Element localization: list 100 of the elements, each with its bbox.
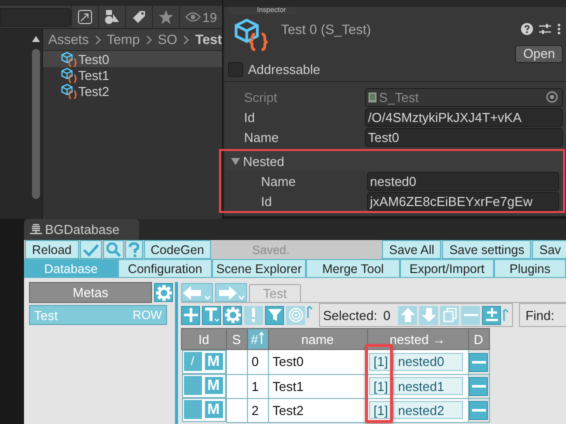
search-button[interactable] [102,240,124,259]
table-cell: 2 [247,398,268,422]
table-cell: 1 [247,374,268,398]
corner-arrow-icon [503,309,510,321]
table-cell: 0 [247,350,268,374]
search-field[interactable] [0,8,71,26]
chevron-icon [146,34,152,44]
addressable-label: Addressable [248,62,320,76]
text-field[interactable]: /O/4SMztykiPkJXJ4T+vKA [365,108,563,126]
filter-button[interactable] [265,306,284,324]
gear-icon [156,284,172,300]
column-header[interactable]: nested → [367,328,468,350]
window-tab[interactable]: BGDatabase [24,219,140,240]
field-button[interactable] [202,306,221,324]
save-button[interactable]: Save settings [442,240,532,259]
minus-button[interactable] [469,377,488,396]
settings-button[interactable] [154,283,173,302]
exclamation-icon [252,308,255,322]
sort-arrow-icon [259,332,264,344]
relation-field[interactable]: nested0 [392,352,463,371]
field-label: Id [261,194,273,208]
chevron-icon [183,34,190,44]
filter-icon [266,307,282,323]
breadcrumb-item[interactable]: Temp [106,32,140,47]
column-header[interactable]: S [226,328,247,350]
object-picker-icon[interactable] [546,91,558,103]
find-label: Find: [525,308,554,322]
minus-button[interactable] [469,352,488,372]
object-title: Test 0 (S_Test) [281,22,372,37]
field-icon [204,307,220,323]
field-label: Name [244,130,280,144]
tab[interactable]: Configuration [118,259,212,278]
asset-item[interactable]: Test2 [43,83,222,99]
more-icon[interactable] [557,23,561,35]
minus-icon [472,409,486,412]
text-field[interactable]: Test0 [365,128,563,146]
table-cell: Test2 [268,398,367,422]
scriptable-object-icon [234,17,268,51]
forward-button[interactable] [215,283,247,302]
triangle-down-icon [231,156,240,166]
text-field[interactable]: jxAM6ZE8cEiBEYxrFe7gEw [367,192,559,210]
foldout-header[interactable]: Nested [226,151,563,171]
move-up-icon [400,307,416,323]
selected-count: 0 [383,308,390,322]
minus-button[interactable] [469,401,488,420]
eye-icon [184,11,201,23]
status-text: Saved. [252,242,290,256]
back-button[interactable] [181,283,213,302]
breadcrumb-item[interactable]: Assets [48,32,89,47]
help-icon[interactable] [521,23,533,35]
add-button[interactable] [181,306,200,324]
copy-icon [442,307,458,323]
gear-button[interactable] [223,306,242,324]
count-text: 19 [202,10,217,24]
addressable-checkbox[interactable] [228,62,243,76]
scrollbar-thumb[interactable] [32,49,40,199]
plus-minus-icon [484,307,500,323]
table-cell: Test1 [268,374,367,398]
open-button[interactable]: Open [515,45,563,63]
save-button[interactable]: Save All [382,240,442,259]
help-button[interactable] [124,240,143,259]
reload-button[interactable]: Reload [25,240,79,259]
script-file-icon [368,92,377,102]
scriptable-object-icon [61,67,78,83]
meta-tag: ROW [132,308,162,322]
database-icon [30,224,42,235]
plus-minus-button[interactable] [482,306,502,324]
save-button[interactable]: Sav [532,240,566,259]
tab[interactable]: Merge Tool [306,259,400,278]
metas-header: Metas [29,282,152,303]
check-button[interactable] [80,240,102,259]
column-header[interactable]: name [268,328,367,350]
asset-item[interactable]: Test0 [43,51,222,67]
field-label: Script [244,90,278,104]
move-down-icon [420,307,437,323]
script-name: S_Test [379,88,419,106]
tab[interactable]: Plugins [494,259,566,278]
add-icon [182,307,198,323]
corner-arrow-icon [307,306,313,318]
selected-label: Selected: [323,308,378,322]
id-cell[interactable] [184,376,202,395]
codegen-button[interactable]: CodeGen [144,240,212,259]
column-header[interactable]: D [468,328,489,350]
relation-field[interactable]: nested2 [392,401,463,419]
gear-icon [224,307,240,323]
relation-field[interactable]: nested1 [392,377,463,395]
visibility-counter[interactable]: 19 [178,6,222,28]
sliders-icon[interactable] [539,23,551,35]
scriptable-object-icon [61,83,78,99]
breadcrumb-item[interactable]: Test [195,32,222,47]
scroll-up-icon[interactable] [32,36,40,42]
tab[interactable]: Export/Import [400,259,494,278]
tab[interactable]: Scene Explorer [212,259,306,278]
asset-item[interactable]: Test1 [43,67,222,83]
target-icon [288,307,304,323]
text-field[interactable]: nested0 [367,172,559,190]
column-header[interactable]: Id [182,328,226,350]
id-cell[interactable] [184,400,202,419]
scriptable-object-icon [61,51,78,67]
breadcrumb-item[interactable]: SO [158,32,178,47]
